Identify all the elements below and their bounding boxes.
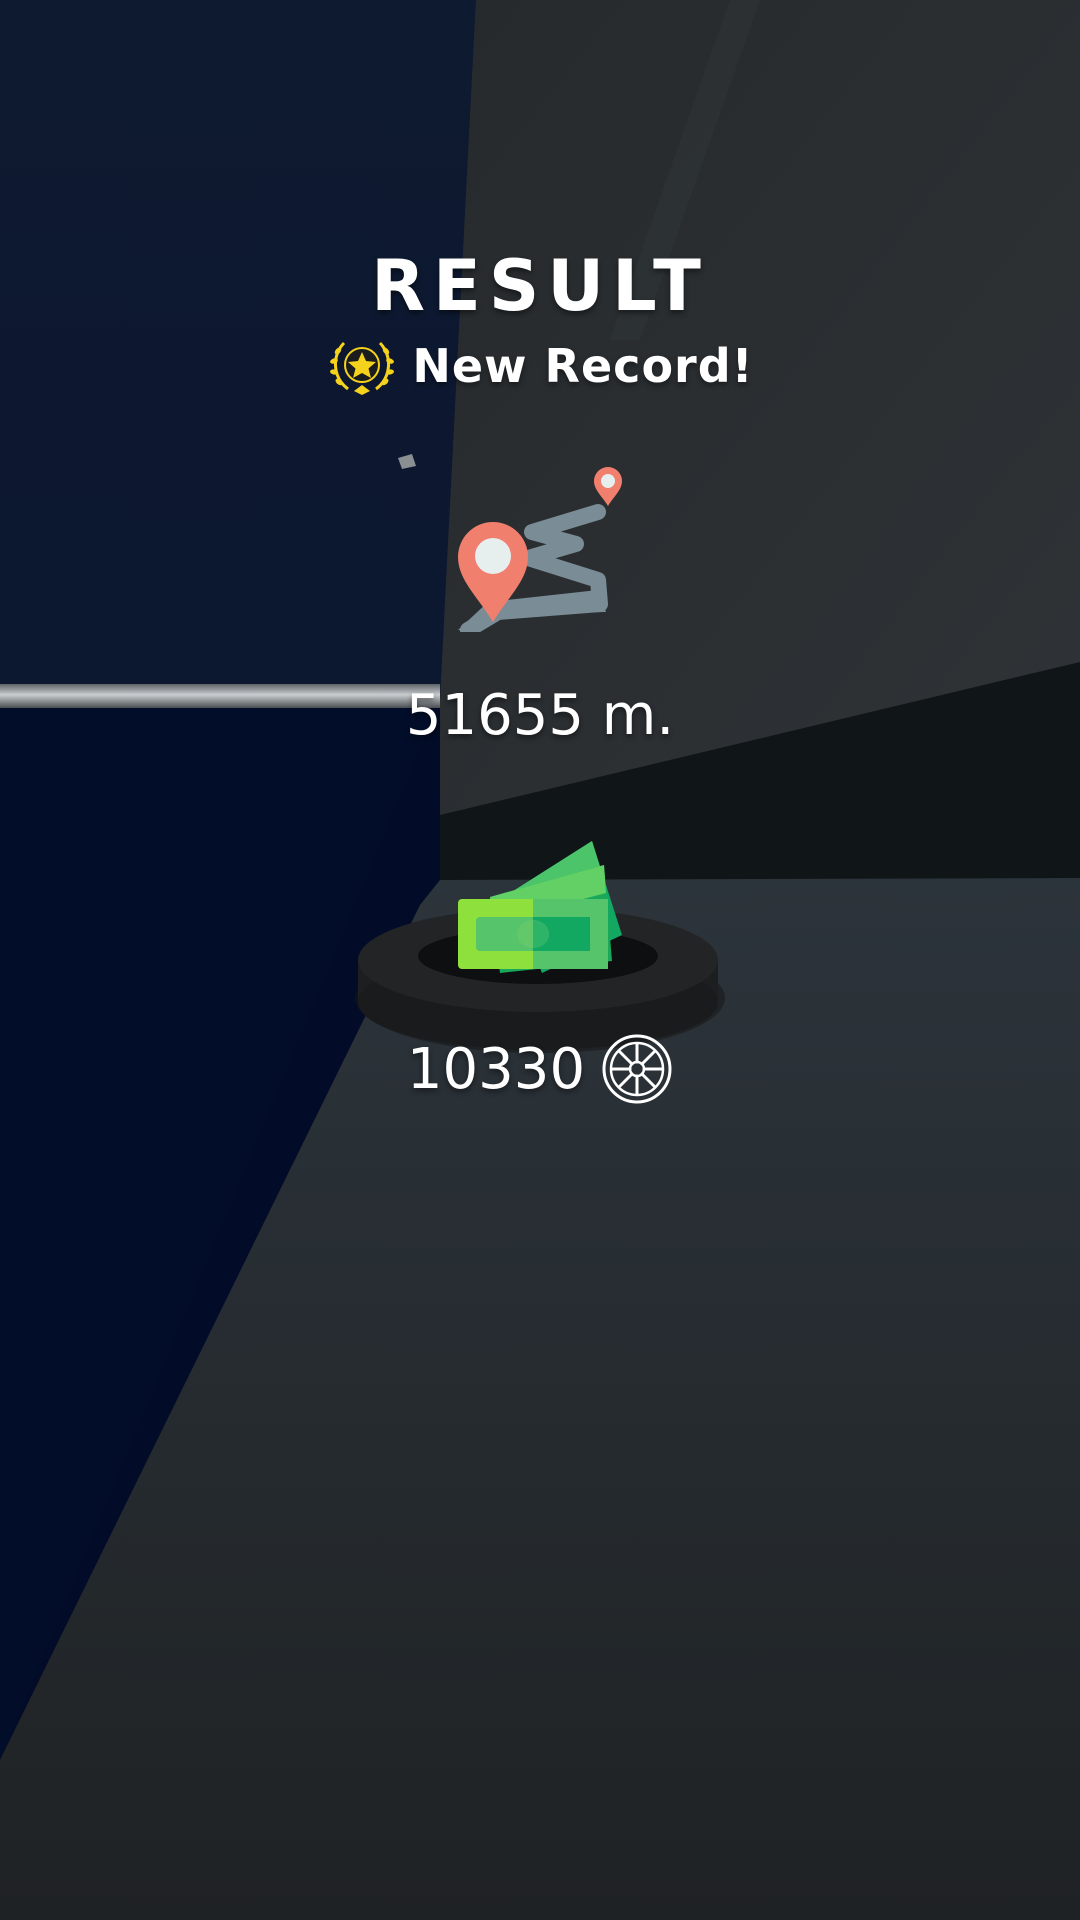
new-record-label: New Record!: [412, 339, 754, 393]
coins-value: 10330: [406, 1036, 586, 1102]
coins-row: 10330: [0, 1033, 1080, 1105]
wheel-rim-icon: [602, 1034, 672, 1104]
route-map-pin-icon: [458, 467, 622, 632]
result-overlay: RESULT New Record! 51655 m. 10330: [0, 0, 1080, 1920]
laurel-star-icon: [330, 341, 395, 395]
new-record-banner: New Record!: [0, 333, 1080, 399]
result-title: RESULT: [371, 245, 709, 327]
distance-value: 51655 m.: [405, 683, 675, 748]
cash-bills-icon: [458, 841, 622, 973]
